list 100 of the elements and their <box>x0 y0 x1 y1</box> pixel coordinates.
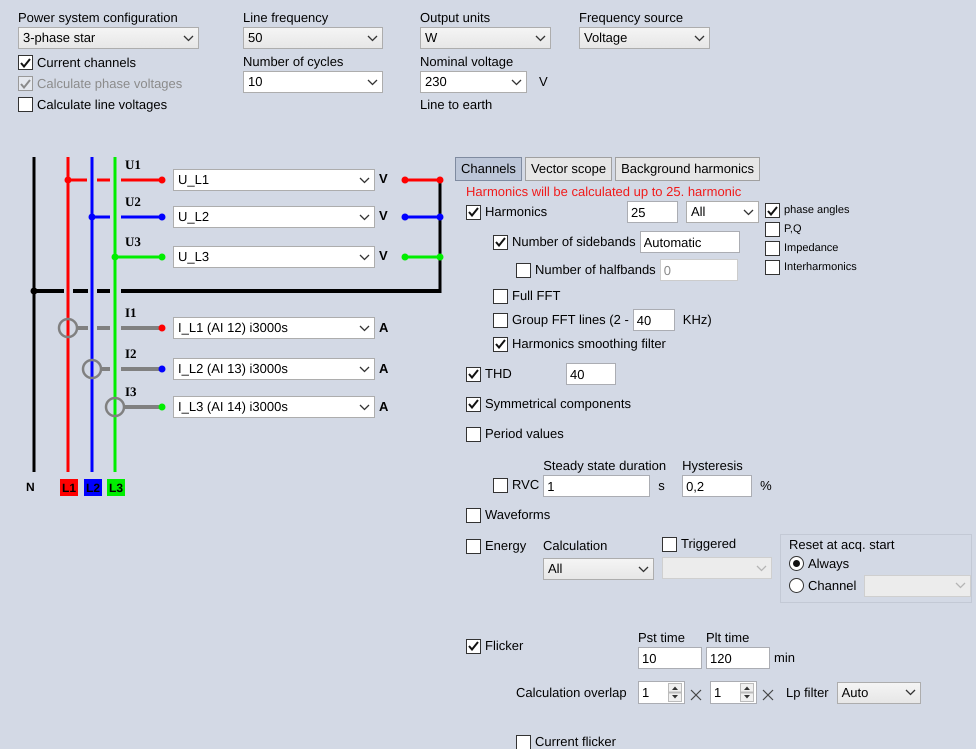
dropdown[interactable]: U_L2 <box>173 206 375 228</box>
checkbox[interactable] <box>765 260 780 275</box>
checkbox[interactable] <box>466 508 481 522</box>
checkbox[interactable] <box>493 312 508 328</box>
warning-text: Harmonics will be calculated up to 25. harmonic <box>465 184 742 200</box>
input-field[interactable]: 1 <box>543 475 650 497</box>
voltage-tap-line <box>112 254 166 260</box>
checkbox[interactable] <box>662 536 677 552</box>
input-field[interactable]: 120 <box>706 647 770 669</box>
radio-button[interactable] <box>789 556 804 572</box>
checkbox[interactable] <box>493 336 508 352</box>
chevron-icon <box>359 176 370 184</box>
field-label: Nominal voltage <box>420 53 514 71</box>
checkbox-label: THD <box>485 366 512 382</box>
checkbox-label: Harmonics smoothing filter <box>512 336 666 352</box>
tab[interactable]: Vector scope <box>524 157 612 181</box>
checkbox-label: Current flicker <box>535 734 616 749</box>
checkbox-label: Current channels <box>37 54 136 70</box>
input-field[interactable]: Automatic <box>640 231 740 253</box>
checkbox-label: Energy <box>485 538 526 554</box>
dropdown[interactable]: 50 <box>243 27 383 49</box>
voltage-return-line <box>402 254 444 260</box>
dropdown[interactable]: 10 <box>243 71 383 93</box>
dropdown[interactable]: U_L1 <box>173 169 375 191</box>
field-label: V <box>539 74 548 90</box>
chevron-icon <box>359 366 370 372</box>
dropdown[interactable]: 3-phase star <box>18 27 199 49</box>
input-field[interactable]: 40 <box>632 309 675 331</box>
field-label: Plt time <box>706 629 750 647</box>
checkbox[interactable] <box>466 638 481 654</box>
field-label: Calculation overlap <box>516 684 628 700</box>
dropdown[interactable]: Auto <box>836 682 921 704</box>
spinner-arrows-icon <box>740 683 754 702</box>
field-label: Hysteresis <box>682 457 744 475</box>
phase-tag: L1 <box>60 479 78 496</box>
tab[interactable]: Background harmonics <box>615 157 760 181</box>
current-clamp-icon <box>82 358 102 380</box>
current-tap-line <box>101 366 166 372</box>
field-label: Line to earth <box>420 96 494 114</box>
checkbox[interactable] <box>18 55 33 70</box>
chevron-icon <box>359 324 370 332</box>
checkbox[interactable] <box>18 97 33 112</box>
tab[interactable]: Channels <box>455 157 522 181</box>
checkbox[interactable] <box>765 222 780 237</box>
checkbox[interactable] <box>466 204 481 220</box>
chevron-icon <box>955 582 966 590</box>
current-tap-line <box>124 404 166 410</box>
input-field[interactable]: 25 <box>627 201 678 223</box>
checkbox[interactable] <box>466 426 481 442</box>
checkbox[interactable] <box>466 366 481 382</box>
field-label: Output units <box>420 9 492 27</box>
radio-label: Always <box>808 556 850 572</box>
input-field[interactable]: 0,2 <box>682 475 752 497</box>
radio-label: Channel <box>808 578 856 594</box>
dropdown[interactable]: W <box>420 27 551 49</box>
dropdown[interactable]: Voltage <box>579 27 710 49</box>
checkbox-label: Waveforms <box>485 507 550 523</box>
checkbox[interactable] <box>765 203 780 218</box>
checkbox[interactable] <box>516 734 531 749</box>
channel-label: U1 <box>125 157 141 172</box>
spinner-arrows-icon <box>668 683 682 702</box>
field-label: Power system configuration <box>18 9 179 27</box>
unit-label: V <box>379 248 388 264</box>
spin-box[interactable]: 1 <box>710 681 757 704</box>
dropdown[interactable]: I_L3 (AI 14) i3000s <box>173 396 375 418</box>
input-field[interactable]: 40 <box>566 363 616 385</box>
current-clamp-icon <box>104 396 126 418</box>
checkbox[interactable] <box>466 538 481 554</box>
checkbox-label: Calculate line voltages <box>37 96 168 112</box>
unit-label: A <box>379 320 388 336</box>
radio-button[interactable] <box>789 578 804 594</box>
dropdown[interactable]: I_L1 (AI 12) i3000s <box>173 317 375 339</box>
checkbox-label: Number of sidebands <box>512 234 636 250</box>
dropdown[interactable]: All <box>543 558 654 580</box>
phase-tag: L3 <box>107 479 125 496</box>
chevron-icon <box>511 78 522 86</box>
checkbox[interactable] <box>466 396 481 412</box>
chevron-icon <box>535 34 546 42</box>
checkbox-label: Interharmonics <box>784 260 857 274</box>
dropdown[interactable]: I_L2 (AI 13) i3000s <box>173 358 375 380</box>
channel-label: I2 <box>125 346 137 361</box>
field-label: KHz) <box>682 312 712 328</box>
spin-box[interactable]: 1 <box>638 681 685 704</box>
chevron-icon <box>183 34 194 42</box>
dropdown[interactable]: 230 <box>420 71 527 93</box>
channel-label: I3 <box>125 384 137 399</box>
chevron-icon <box>638 566 649 572</box>
checkbox-label: Number of halfbands <box>535 262 656 278</box>
checkbox[interactable] <box>493 288 508 304</box>
input-field[interactable]: 10 <box>638 647 702 669</box>
dropdown[interactable]: All <box>686 201 759 223</box>
channel-label: I1 <box>125 305 137 320</box>
checkbox[interactable] <box>493 234 508 250</box>
chevron-icon <box>367 34 378 42</box>
field-label: Steady state duration <box>543 457 666 475</box>
dropdown[interactable]: U_L3 <box>173 246 375 268</box>
checkbox[interactable] <box>765 241 780 256</box>
checkbox[interactable] <box>493 478 508 492</box>
checkbox-label: Symmetrical components <box>485 396 631 412</box>
checkbox[interactable] <box>516 262 531 278</box>
